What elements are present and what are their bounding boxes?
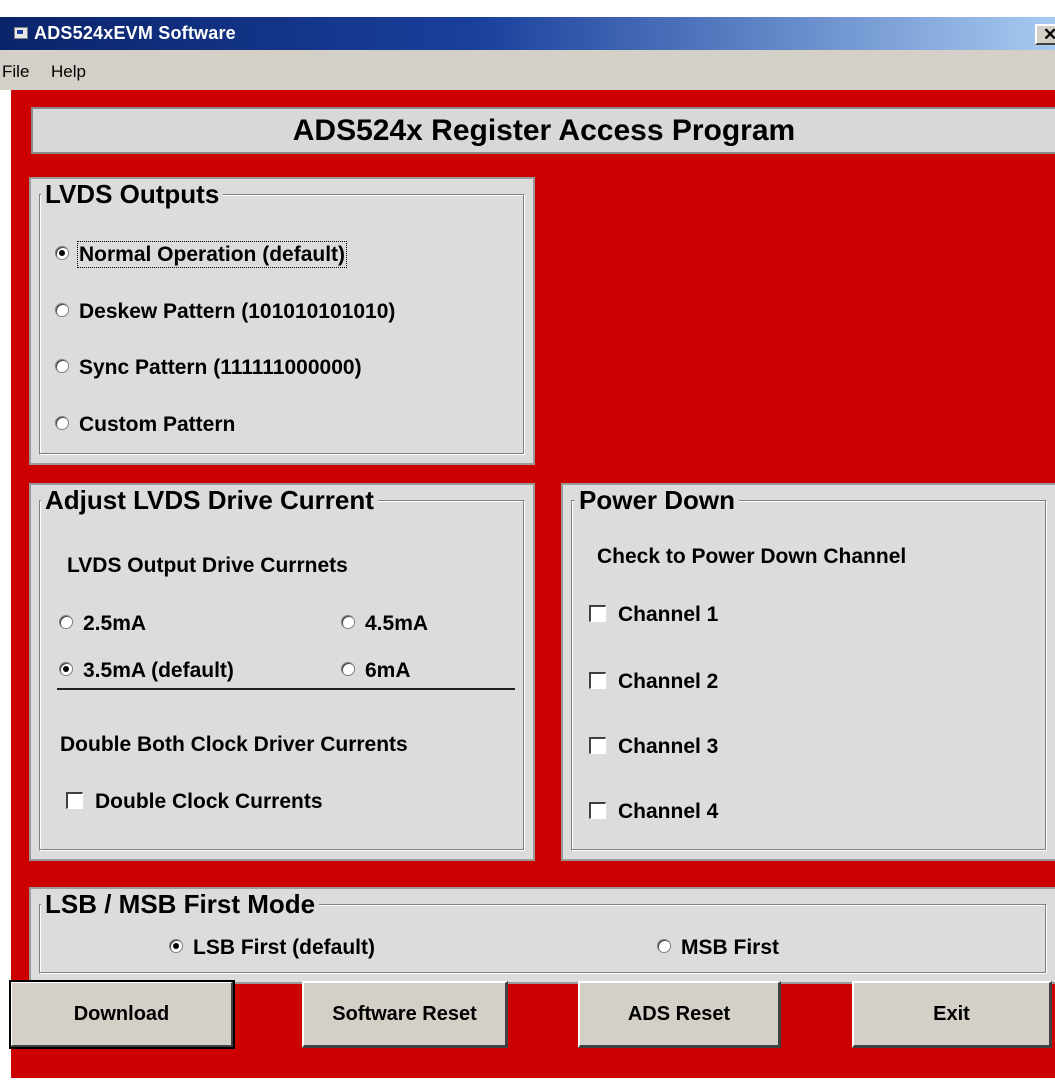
checkbox-channel-2-box[interactable] bbox=[589, 671, 606, 689]
drive-current-title: Adjust LVDS Drive Current bbox=[41, 485, 378, 516]
radio-deskew-pattern-indicator[interactable] bbox=[55, 303, 69, 318]
drive-current-frame: Adjust LVDS Drive Current LVDS Output Dr… bbox=[29, 483, 535, 861]
radio-normal-operation-label: Normal Operation (default) bbox=[76, 241, 348, 268]
checkbox-channel-2-label: Channel 2 bbox=[618, 670, 719, 693]
radio-sync-pattern-label: Sync Pattern (111111000000) bbox=[79, 356, 362, 379]
radio-deskew-pattern-label: Deskew Pattern (101010101010) bbox=[79, 300, 396, 323]
radio-current-6ma[interactable]: 6mA bbox=[341, 659, 411, 683]
checkbox-channel-3[interactable]: Channel 3 bbox=[589, 735, 718, 759]
radio-msb-first[interactable]: MSB First bbox=[657, 936, 779, 960]
radio-current-2-5ma-indicator[interactable] bbox=[59, 615, 73, 630]
exit-button[interactable]: Exit bbox=[852, 981, 1052, 1048]
title-bar: ADS524xEVM Software ✕ bbox=[0, 17, 1055, 50]
checkbox-channel-3-box[interactable] bbox=[589, 736, 606, 754]
radio-custom-pattern-indicator[interactable] bbox=[55, 416, 69, 431]
radio-msb-first-label: MSB First bbox=[681, 936, 780, 959]
lvds-outputs-frame: LVDS Outputs Normal Operation (default) … bbox=[29, 177, 535, 465]
radio-custom-pattern-label: Custom Pattern bbox=[79, 413, 236, 436]
checkbox-double-clock-currents-label: Double Clock Currents bbox=[95, 790, 323, 813]
lvds-outputs-title: LVDS Outputs bbox=[41, 179, 224, 210]
radio-current-3-5ma-indicator[interactable] bbox=[59, 662, 73, 677]
checkbox-channel-1-box[interactable] bbox=[589, 604, 606, 622]
checkbox-channel-4-label: Channel 4 bbox=[618, 800, 719, 823]
page-title: ADS524x Register Access Program bbox=[31, 107, 1055, 154]
menu-help[interactable]: Help bbox=[51, 62, 86, 82]
double-clock-heading: Double Both Clock Driver Currents bbox=[60, 733, 408, 756]
radio-normal-operation[interactable]: Normal Operation (default) bbox=[55, 241, 348, 268]
radio-current-6ma-indicator[interactable] bbox=[341, 662, 355, 677]
radio-current-4-5ma-indicator[interactable] bbox=[341, 615, 355, 630]
checkbox-channel-1[interactable]: Channel 1 bbox=[589, 603, 718, 627]
menu-file[interactable]: File bbox=[2, 62, 29, 82]
radio-current-3-5ma-label: 3.5mA (default) bbox=[83, 659, 234, 682]
radio-current-4-5ma-label: 4.5mA bbox=[365, 612, 429, 635]
checkbox-double-clock-currents[interactable]: Double Clock Currents bbox=[66, 790, 323, 814]
checkbox-double-clock-currents-box[interactable] bbox=[66, 791, 83, 809]
drive-current-subtitle: LVDS Output Drive Currnets bbox=[67, 554, 348, 577]
ads-reset-button[interactable]: ADS Reset bbox=[578, 981, 781, 1048]
power-down-title: Power Down bbox=[575, 485, 740, 516]
window-title: ADS524xEVM Software bbox=[34, 23, 236, 43]
checkbox-channel-1-label: Channel 1 bbox=[618, 603, 719, 626]
app-icon[interactable] bbox=[14, 27, 28, 39]
radio-current-6ma-label: 6mA bbox=[365, 659, 411, 682]
first-mode-frame: LSB / MSB First Mode LSB First (default)… bbox=[29, 887, 1055, 984]
power-down-subtitle: Check to Power Down Channel bbox=[597, 545, 907, 568]
radio-sync-pattern-indicator[interactable] bbox=[55, 359, 69, 374]
radio-current-4-5ma[interactable]: 4.5mA bbox=[341, 612, 428, 636]
close-button[interactable]: ✕ bbox=[1035, 24, 1055, 45]
download-button[interactable]: Download bbox=[9, 980, 235, 1049]
radio-msb-first-indicator[interactable] bbox=[657, 939, 671, 954]
radio-normal-operation-indicator[interactable] bbox=[55, 246, 69, 261]
menu-bar: File Help bbox=[0, 50, 1055, 90]
radio-current-2-5ma-label: 2.5mA bbox=[83, 612, 147, 635]
checkbox-channel-3-label: Channel 3 bbox=[618, 735, 719, 758]
checkbox-channel-4[interactable]: Channel 4 bbox=[589, 800, 718, 824]
software-reset-button[interactable]: Software Reset bbox=[302, 981, 508, 1048]
radio-lsb-first[interactable]: LSB First (default) bbox=[169, 936, 375, 960]
client-area: ADS524x Register Access Program LVDS Out… bbox=[11, 90, 1055, 1078]
power-down-frame: Power Down Check to Power Down Channel C… bbox=[561, 483, 1055, 861]
separator-line bbox=[57, 688, 515, 690]
radio-lsb-first-indicator[interactable] bbox=[169, 939, 183, 954]
checkbox-channel-2[interactable]: Channel 2 bbox=[589, 670, 718, 694]
radio-current-2-5ma[interactable]: 2.5mA bbox=[59, 612, 146, 636]
checkbox-channel-4-box[interactable] bbox=[589, 801, 606, 819]
radio-current-3-5ma[interactable]: 3.5mA (default) bbox=[59, 659, 234, 683]
radio-custom-pattern[interactable]: Custom Pattern bbox=[55, 413, 235, 437]
radio-lsb-first-label: LSB First (default) bbox=[193, 936, 375, 959]
first-mode-title: LSB / MSB First Mode bbox=[41, 889, 320, 920]
radio-deskew-pattern[interactable]: Deskew Pattern (101010101010) bbox=[55, 300, 395, 324]
radio-sync-pattern[interactable]: Sync Pattern (111111000000) bbox=[55, 356, 362, 380]
